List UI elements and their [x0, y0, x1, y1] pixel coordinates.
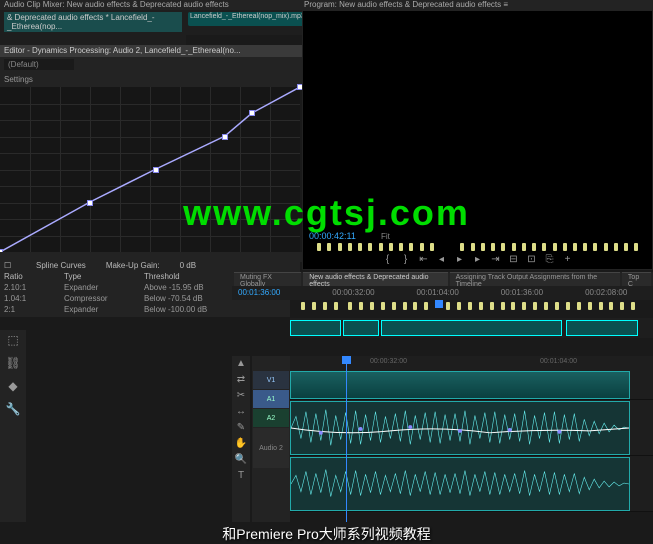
dynamics-curve	[0, 87, 300, 252]
source-tab[interactable]: & Deprecated audio effects * Lancefield_…	[4, 12, 182, 32]
audio-mixer-title: Audio Clip Mixer: New audio effects & De…	[0, 0, 300, 10]
export-frame-button[interactable]: ⎘	[544, 254, 556, 266]
zoom-tool[interactable]: 🔍	[234, 454, 248, 468]
preset-dropdown[interactable]: (Default)	[4, 59, 74, 70]
wrench-icon[interactable]: 🔧	[3, 402, 23, 422]
extract-button[interactable]: ⊡	[526, 254, 538, 266]
audio-clip[interactable]	[290, 401, 630, 455]
curve-point[interactable]	[222, 134, 228, 140]
ruler-label: 00:02:08:00	[579, 286, 633, 300]
col-ratio: Ratio	[4, 272, 44, 281]
playhead[interactable]	[346, 356, 347, 522]
left-toolbar: ⬚ ⛓ ◆ 🔧	[0, 330, 26, 522]
curve-point[interactable]	[249, 110, 255, 116]
track-a1[interactable]: A1	[253, 390, 289, 408]
audio-track-1[interactable]	[290, 400, 653, 456]
button-editor-button[interactable]: +	[562, 254, 574, 266]
audio-clip[interactable]	[290, 457, 630, 511]
ruler-label: 00:01:36:00	[495, 286, 549, 300]
dynamics-graph[interactable]	[0, 87, 300, 252]
link-icon[interactable]: ⛓	[3, 356, 23, 376]
overview-track[interactable]	[290, 318, 653, 338]
makeup-gain-label: Make-Up Gain:	[106, 261, 160, 270]
sequence-timecode[interactable]: 00:01:36:00	[232, 286, 286, 300]
sequence-tab[interactable]: Top C	[622, 272, 651, 286]
program-scrubber[interactable]	[307, 243, 648, 253]
col-threshold: Threshold	[144, 272, 224, 281]
program-monitor: 00:00:42:11 Fit { } ⇤ ◂ ▸ ▸ ⇥ ⊟ ⊡ ⎘ +	[302, 10, 653, 270]
ruler-tick: 00:00:32:00	[370, 358, 407, 365]
program-panel-title: Program: New audio effects & Deprecated …	[300, 0, 653, 10]
program-timecode[interactable]: 00:00:42:11	[309, 231, 356, 241]
slip-tool[interactable]: ↔	[234, 406, 248, 420]
waveform-icon	[291, 458, 629, 510]
snap-icon[interactable]: ⬚	[3, 333, 23, 353]
step-back-button[interactable]: ◂	[436, 254, 448, 266]
ruler-label: 00:00:32:00	[326, 286, 380, 300]
col-type: Type	[64, 272, 124, 281]
play-button[interactable]: ▸	[454, 254, 466, 266]
video-track-1[interactable]	[290, 370, 653, 400]
sequence-tabs: Muting FX Globally New audio effects & D…	[232, 272, 653, 286]
track-v1[interactable]: V1	[253, 371, 289, 389]
mark-in-button[interactable]: {	[382, 254, 394, 266]
step-forward-button[interactable]: ▸	[472, 254, 484, 266]
spline-curves-checkbox[interactable]: Spline Curves	[36, 261, 86, 270]
marker-icon[interactable]: ◆	[3, 379, 23, 399]
goto-in-button[interactable]: ⇤	[418, 254, 430, 266]
selection-tool[interactable]: ▲	[234, 358, 248, 372]
makeup-gain-value[interactable]: 0 dB	[180, 261, 196, 270]
subtitle-caption: 和Premiere Pro大师系列视频教程	[0, 522, 653, 544]
pen-tool[interactable]: ✎	[234, 422, 248, 436]
dynamics-row[interactable]: 2:1ExpanderBelow -100.00 dB	[4, 304, 296, 315]
ruler-tick: 00:01:04:00	[540, 358, 577, 365]
hand-tool[interactable]: ✋	[234, 438, 248, 452]
ripple-tool[interactable]: ⇄	[234, 374, 248, 388]
video-clip[interactable]	[290, 371, 630, 399]
curve-point[interactable]	[87, 200, 93, 206]
type-tool[interactable]: T	[234, 470, 248, 484]
sequence-tab[interactable]: Muting FX Globally	[234, 272, 301, 286]
sequence-ruler[interactable]	[290, 300, 653, 318]
timeline-content[interactable]: 00:00:32:00 00:01:04:00	[290, 356, 653, 522]
sequence-tab[interactable]: Assigning Track Output Assignments from …	[450, 272, 620, 286]
program-zoom-fit[interactable]: Fit	[381, 232, 390, 241]
waveform-icon	[291, 402, 629, 454]
audio-track-2[interactable]	[290, 456, 653, 512]
track-a2[interactable]: A2	[253, 409, 289, 427]
goto-out-button[interactable]: ⇥	[490, 254, 502, 266]
razor-tool[interactable]: ✂	[234, 390, 248, 404]
sequence-tab-active[interactable]: New audio effects & Deprecated audio eff…	[303, 272, 447, 286]
ruler-label: 00:01:04:00	[411, 286, 465, 300]
lift-button[interactable]: ⊟	[508, 254, 520, 266]
timeline-tools: ▲ ⇄ ✂ ↔ ✎ ✋ 🔍 T	[232, 356, 250, 522]
track-audio2-label[interactable]: Audio 2	[253, 428, 289, 468]
curve-point[interactable]	[153, 167, 159, 173]
mark-out-button[interactable]: }	[400, 254, 412, 266]
track-headers: V1 A1 A2 Audio 2	[252, 356, 290, 522]
playhead-icon[interactable]	[435, 300, 443, 308]
